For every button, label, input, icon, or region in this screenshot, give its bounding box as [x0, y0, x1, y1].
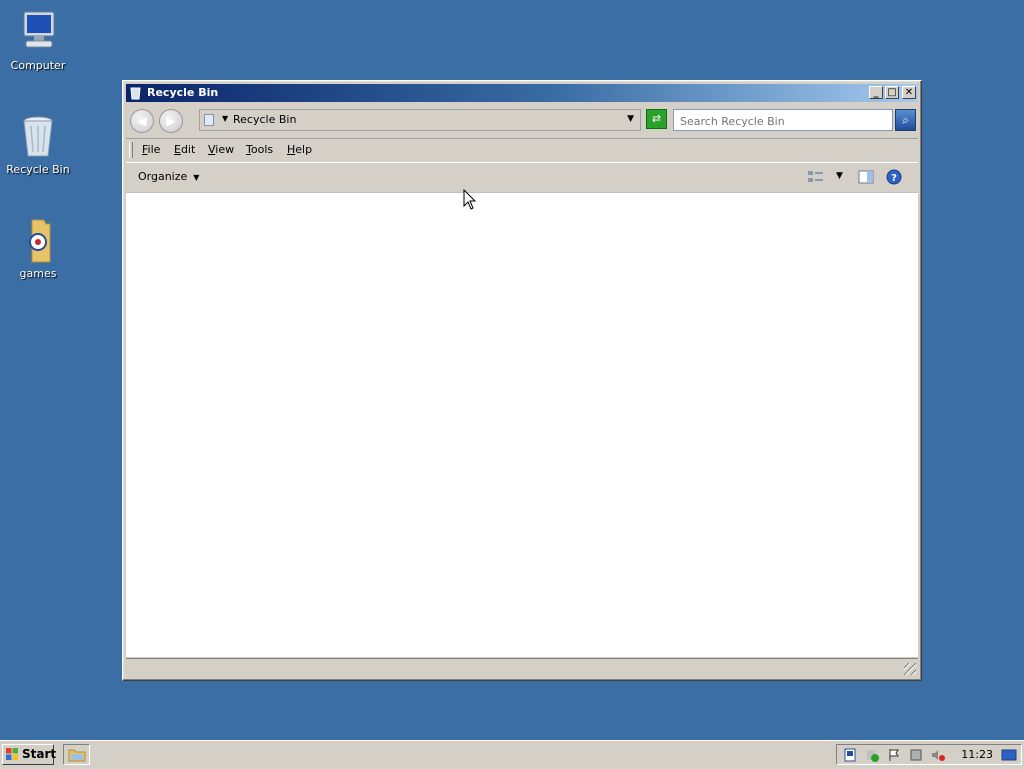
desktop-icon-games[interactable]: games: [0, 216, 76, 280]
menu-help[interactable]: Help: [287, 143, 312, 156]
back-arrow-icon: ◀: [137, 114, 147, 128]
taskbar: Start 11:23: [0, 740, 1024, 769]
show-desktop-icon[interactable]: [1001, 748, 1017, 762]
command-bar: Organize ▼ ▼ ?: [126, 162, 918, 192]
recycle-bin-icon: [204, 114, 214, 126]
address-dropdown-icon[interactable]: ▼: [627, 114, 634, 124]
refresh-button[interactable]: ⇄: [646, 109, 667, 129]
volume-muted-icon[interactable]: [931, 748, 945, 762]
menu-edit[interactable]: Edit: [174, 143, 195, 156]
mouse-cursor-icon: [463, 189, 477, 210]
organize-button[interactable]: Organize ▼: [138, 170, 199, 183]
close-button[interactable]: ✕: [902, 86, 916, 99]
system-tray: 11:23: [836, 744, 1022, 765]
desktop-icon-label: games: [19, 267, 57, 280]
menu-file[interactable]: File: [142, 143, 160, 156]
device-icon[interactable]: [909, 748, 923, 762]
back-button[interactable]: ◀: [130, 109, 154, 133]
menu-view[interactable]: View: [208, 143, 234, 156]
views-dropdown-icon[interactable]: ▼: [836, 171, 843, 187]
recycle-bin-window: Recycle Bin _ □ ✕ ◀ ▶ ▼ Recycle Bin ▼ ⇄ …: [122, 80, 922, 681]
clock[interactable]: 11:23: [961, 748, 993, 761]
navigation-bar: ◀ ▶ ▼ Recycle Bin ▼ ⇄ ⌕: [126, 104, 918, 137]
maximize-button[interactable]: □: [885, 86, 899, 99]
taskbar-explorer-button[interactable]: [63, 744, 90, 765]
search-box: [673, 109, 893, 131]
security-check-icon[interactable]: [865, 748, 879, 762]
folder-icon: [68, 749, 86, 762]
breadcrumb-arrow-icon[interactable]: ▼: [222, 114, 228, 123]
preview-pane-icon[interactable]: [858, 169, 874, 185]
menu-bar: File Edit View Tools Help: [126, 138, 918, 161]
windows-logo-icon: [6, 748, 18, 760]
status-bar: [126, 658, 918, 677]
desktop-icon-recycle-bin[interactable]: Recycle Bin: [0, 112, 76, 176]
menu-tools[interactable]: Tools: [246, 143, 273, 156]
title-bar[interactable]: Recycle Bin _ □ ✕: [126, 84, 918, 102]
recycle-bin-icon: [14, 112, 62, 160]
desktop-icon-computer[interactable]: Computer: [0, 8, 76, 72]
recycle-bin-icon: [130, 87, 141, 100]
desktop-icon-label: Recycle Bin: [6, 163, 70, 176]
network-icon[interactable]: [843, 748, 857, 762]
menu-grip: [129, 142, 133, 158]
file-list-area[interactable]: [126, 192, 918, 657]
help-icon[interactable]: ?: [886, 169, 902, 185]
minimize-button[interactable]: _: [869, 86, 883, 99]
start-label: Start: [22, 747, 57, 761]
search-input[interactable]: [674, 110, 890, 130]
organize-label: Organize: [138, 170, 188, 183]
window-title: Recycle Bin: [147, 86, 219, 99]
address-bar[interactable]: ▼ Recycle Bin ▼: [199, 109, 641, 131]
search-button[interactable]: ⌕: [895, 109, 916, 131]
refresh-icon: ⇄: [651, 112, 662, 125]
address-text: Recycle Bin: [233, 113, 297, 126]
computer-icon: [14, 8, 62, 56]
action-center-flag-icon[interactable]: [887, 748, 901, 762]
chevron-down-icon: ▼: [193, 173, 200, 182]
forward-arrow-icon: ▶: [166, 114, 176, 128]
desktop-icon-label: Computer: [10, 59, 66, 72]
resize-grip[interactable]: [904, 663, 916, 675]
views-icon[interactable]: [807, 169, 825, 185]
forward-button[interactable]: ▶: [159, 109, 183, 133]
folder-icon: [14, 216, 62, 264]
start-button[interactable]: Start: [2, 744, 57, 765]
search-icon: ⌕: [902, 113, 909, 127]
svg-text:?: ?: [891, 173, 897, 184]
